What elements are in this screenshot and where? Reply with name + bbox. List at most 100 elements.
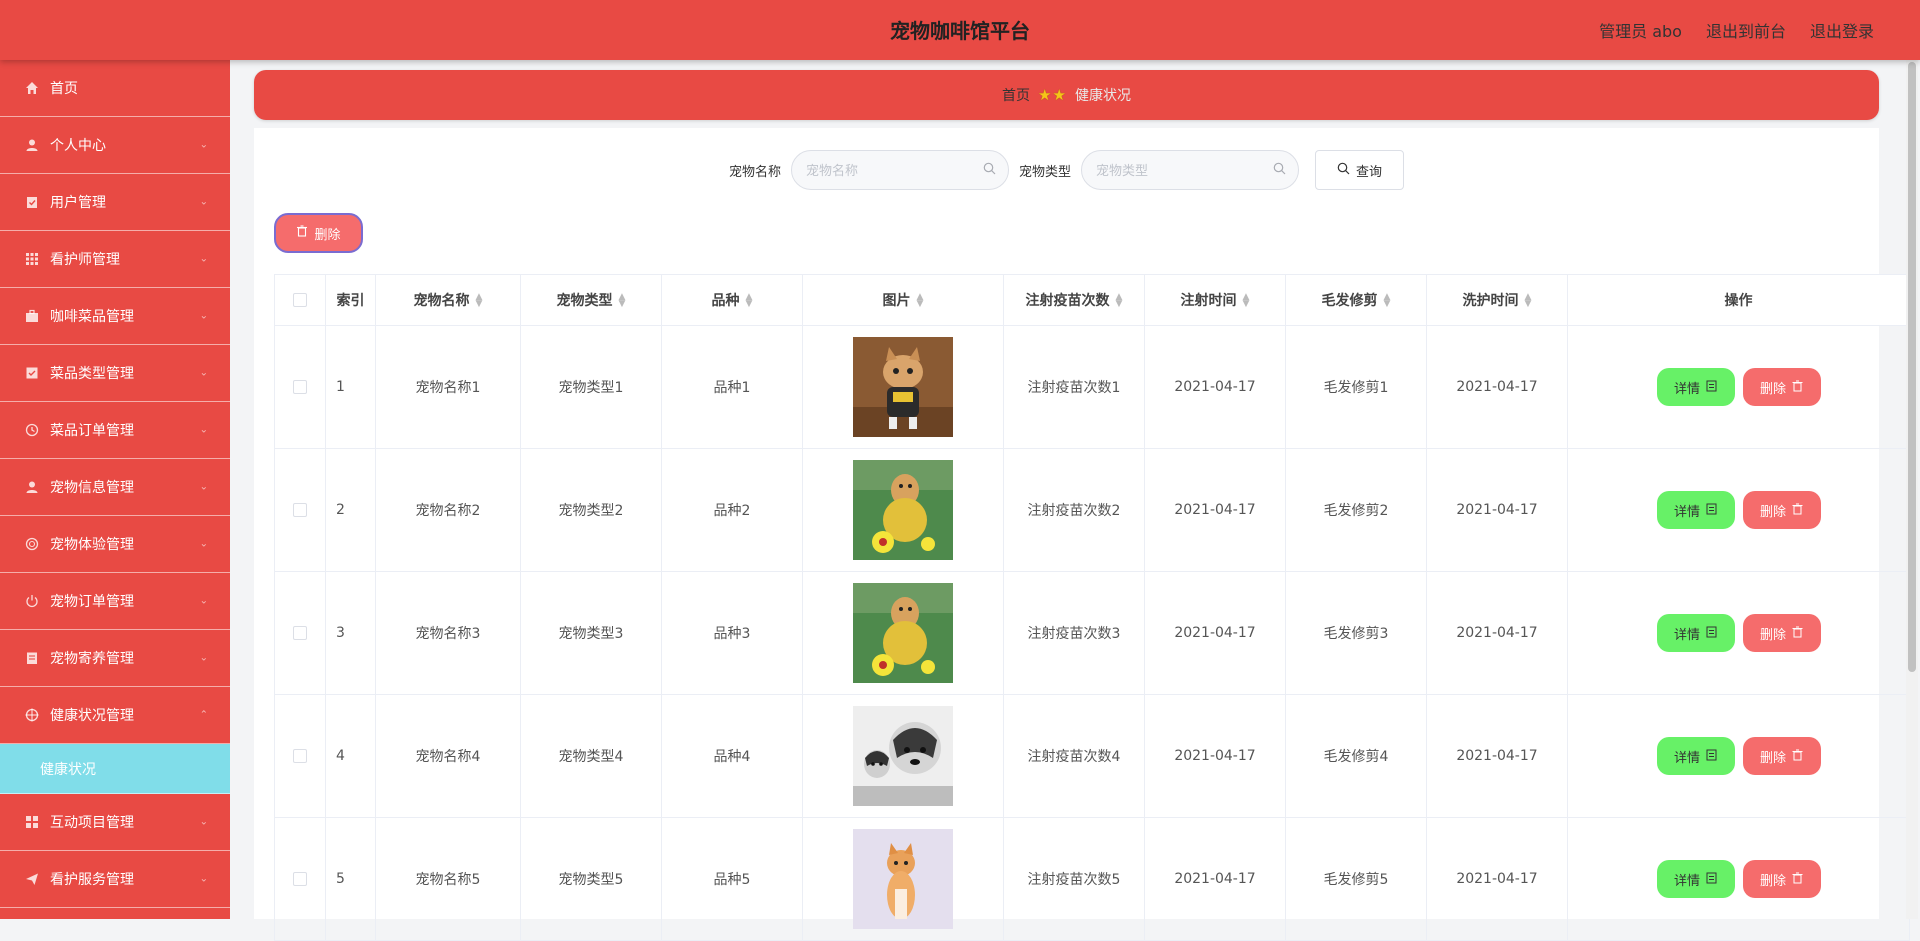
- sidebar-subitem-health-status[interactable]: 健康状况: [0, 744, 230, 794]
- column-header[interactable]: 注射时间 ▲ ▼: [1144, 274, 1286, 326]
- column-header[interactable]: 宠物名称 ▲ ▼: [375, 274, 521, 326]
- sidebar-subitem-label: 健康状况: [40, 761, 96, 778]
- sidebar-item-personal-center[interactable]: 个人中心 ⌄: [0, 117, 230, 174]
- row-delete-button[interactable]: 删除: [1742, 614, 1821, 652]
- row-index: 5: [325, 817, 376, 941]
- row-checkbox[interactable]: [293, 380, 307, 394]
- pet-type-cell: 宠物类型1: [520, 325, 662, 449]
- row-checkbox[interactable]: [293, 503, 307, 517]
- sort-icon[interactable]: ▲ ▼: [1384, 293, 1391, 309]
- select-all-cell[interactable]: [274, 274, 326, 326]
- detail-button[interactable]: 详情: [1656, 491, 1735, 529]
- sidebar-item-label: 菜品类型管理: [50, 366, 134, 382]
- trash-icon: [1792, 503, 1803, 518]
- row-delete-button[interactable]: 删除: [1742, 368, 1821, 406]
- pet-name-field[interactable]: [791, 150, 1009, 190]
- sidebar-item-care-services[interactable]: 看护服务管理 ⌄: [0, 851, 230, 908]
- row-delete-button[interactable]: 删除: [1742, 860, 1821, 898]
- row-checkbox[interactable]: [293, 626, 307, 640]
- pet-image-cell: [802, 694, 1004, 818]
- pet-image-cell: [802, 448, 1004, 572]
- health-status-table: 索引 宠物名称 ▲ ▼ 宠物类型 ▲ ▼ 品种 ▲ ▼ 图片 ▲ ▼ 注射疫苗次数 ▲ ▼ 注射时间…: [274, 274, 1910, 941]
- admin-user-label[interactable]: 管理员 abo: [1599, 18, 1682, 42]
- pet-photo[interactable]: [853, 337, 953, 437]
- pet-type-input[interactable]: [1096, 162, 1267, 178]
- chevron-down-icon: ⌄: [199, 595, 208, 607]
- pet-name-input[interactable]: [806, 162, 976, 178]
- page-scrollbar[interactable]: [1906, 60, 1918, 919]
- column-header[interactable]: 注射疫苗次数 ▲ ▼: [1003, 274, 1145, 326]
- row-delete-button[interactable]: 删除: [1742, 491, 1821, 529]
- table-row: 5 宠物名称5 宠物类型5 品种5 注射疫苗次数5 2021-04-17 毛发修剪5 2021…: [274, 817, 1910, 941]
- sidebar-item-label: 首页: [50, 81, 78, 97]
- row-delete-button[interactable]: 删除: [1742, 737, 1821, 775]
- sidebar-item-health-management[interactable]: 健康状况管理 ⌃: [0, 687, 230, 744]
- sort-icon[interactable]: ▲ ▼: [1116, 293, 1123, 309]
- column-header[interactable]: 洗护时间 ▲ ▼: [1426, 274, 1568, 326]
- back-to-front-link[interactable]: 退出到前台: [1706, 18, 1786, 42]
- sidebar-item-interactive-projects[interactable]: 互动项目管理 ⌄: [0, 794, 230, 851]
- row-checkbox[interactable]: [293, 749, 307, 763]
- breed-cell: 品种2: [661, 448, 803, 572]
- scrollbar-thumb[interactable]: [1908, 62, 1916, 672]
- inject-time-cell: 2021-04-17: [1144, 325, 1286, 449]
- sidebar-item-pet-boarding[interactable]: 宠物寄养管理 ⌄: [0, 630, 230, 687]
- row-select-cell[interactable]: [274, 448, 326, 572]
- row-select-cell[interactable]: [274, 325, 326, 449]
- sort-icon[interactable]: ▲ ▼: [746, 293, 753, 309]
- sidebar-item-dish-types[interactable]: 菜品类型管理 ⌄: [0, 345, 230, 402]
- sidebar-item-caretaker-management[interactable]: 看护师管理 ⌄: [0, 231, 230, 288]
- column-header[interactable]: 品种 ▲ ▼: [661, 274, 803, 326]
- sidebar-item-pet-orders[interactable]: 宠物订单管理 ⌄: [0, 573, 230, 630]
- sort-icon[interactable]: ▲ ▼: [619, 293, 626, 309]
- sort-icon[interactable]: ▲ ▼: [476, 293, 483, 309]
- row-checkbox[interactable]: [293, 872, 307, 886]
- sort-icon[interactable]: ▲ ▼: [1243, 293, 1250, 309]
- row-select-cell[interactable]: [274, 817, 326, 941]
- detail-button[interactable]: 详情: [1656, 860, 1735, 898]
- pet-photo[interactable]: [853, 460, 953, 560]
- detail-button-label: 详情: [1673, 873, 1700, 889]
- sidebar-item-dish-orders[interactable]: 菜品订单管理 ⌄: [0, 402, 230, 459]
- batch-delete-button[interactable]: 删除: [274, 213, 363, 253]
- actions-cell: 详情 删除: [1567, 571, 1910, 695]
- sidebar-item-label: 菜品订单管理: [50, 423, 134, 439]
- column-header[interactable]: 图片 ▲ ▼: [802, 274, 1004, 326]
- breadcrumb-home[interactable]: 首页: [1002, 85, 1030, 105]
- row-select-cell[interactable]: [274, 694, 326, 818]
- vaccine-count-cell: 注射疫苗次数4: [1003, 694, 1145, 818]
- detail-button[interactable]: 详情: [1656, 614, 1735, 652]
- actions-cell: 详情 删除: [1567, 325, 1910, 449]
- chevron-down-icon: ⌄: [199, 196, 208, 208]
- sort-icon[interactable]: ▲ ▼: [1525, 293, 1532, 309]
- pet-type-field[interactable]: [1081, 150, 1300, 190]
- sidebar-item-home[interactable]: 首页: [0, 60, 230, 117]
- pet-photo[interactable]: [853, 583, 953, 683]
- column-header[interactable]: 毛发修剪 ▲ ▼: [1285, 274, 1427, 326]
- doc-icon: [24, 650, 40, 666]
- row-select-cell[interactable]: [274, 571, 326, 695]
- sidebar-menu: 首页 个人中心 ⌄ 用户管理 ⌄ 看护师管理 ⌄ 咖啡菜品管理 ⌄ 菜品类型管理…: [0, 60, 230, 919]
- pet-photo[interactable]: [853, 706, 953, 806]
- detail-button[interactable]: 详情: [1656, 368, 1735, 406]
- sidebar-item-coffee-dishes[interactable]: 咖啡菜品管理 ⌄: [0, 288, 230, 345]
- sidebar-item-pet-experience[interactable]: 宠物体验管理 ⌄: [0, 516, 230, 573]
- sidebar-item-label: 用户管理: [50, 195, 106, 211]
- column-header[interactable]: 宠物类型 ▲ ▼: [520, 274, 662, 326]
- actions-cell: 详情 删除: [1567, 817, 1910, 941]
- pet-image-cell: [802, 817, 1004, 941]
- table-row: 1 宠物名称1 宠物类型1 品种1 注射疫苗次数1 2021-04-17 毛发修剪1 2021…: [274, 325, 1910, 449]
- logout-link[interactable]: 退出登录: [1810, 18, 1874, 42]
- query-button[interactable]: 查询: [1315, 150, 1405, 190]
- sidebar-item-label: 健康状况管理: [50, 708, 134, 724]
- select-all-checkbox[interactable]: [293, 293, 307, 307]
- pet-name-label: 宠物名称: [728, 164, 781, 180]
- pet-photo[interactable]: [853, 829, 953, 929]
- sort-icon[interactable]: ▲ ▼: [917, 293, 924, 309]
- chevron-down-icon: ⌄: [199, 873, 208, 885]
- row-delete-label: 删除: [1759, 504, 1786, 520]
- vaccine-count-cell: 注射疫苗次数1: [1003, 325, 1145, 449]
- sidebar-item-user-management[interactable]: 用户管理 ⌄: [0, 174, 230, 231]
- detail-button[interactable]: 详情: [1656, 737, 1735, 775]
- sidebar-item-pet-info[interactable]: 宠物信息管理 ⌄: [0, 459, 230, 516]
